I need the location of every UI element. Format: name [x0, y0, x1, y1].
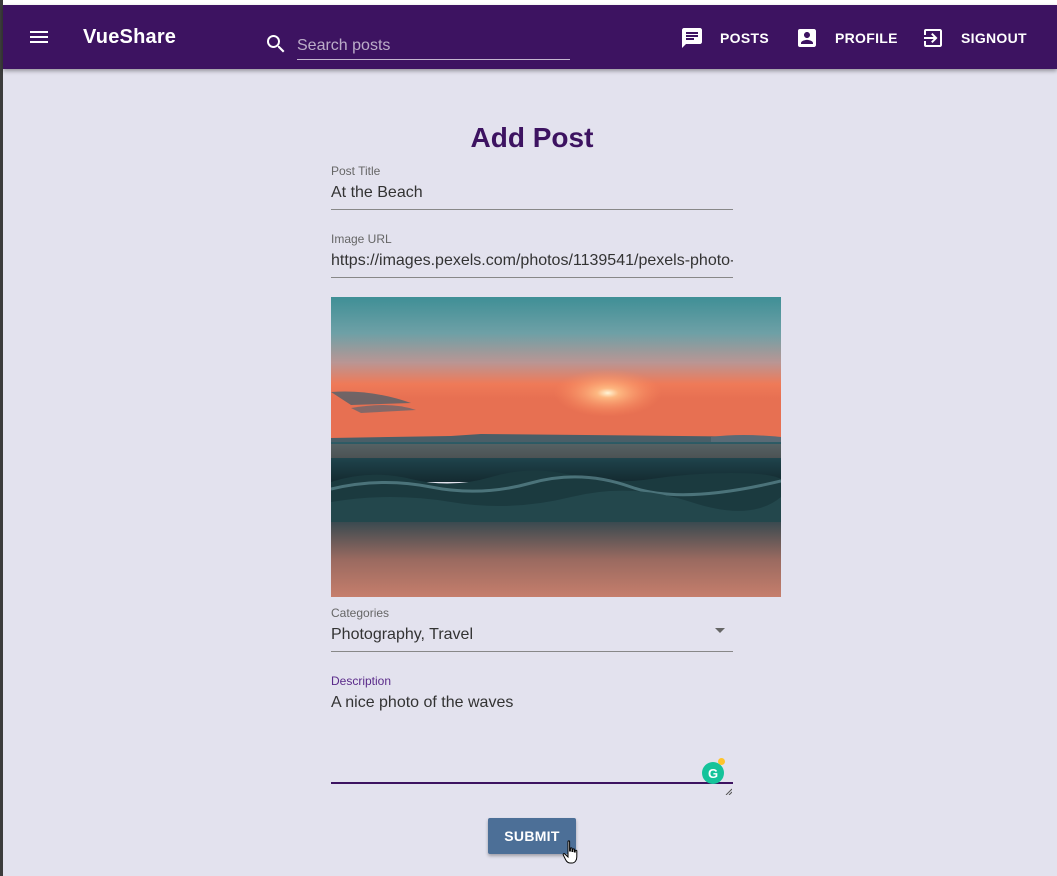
grammarly-icon[interactable]: G — [702, 762, 724, 784]
nav-signout-label: SIGNOUT — [961, 30, 1027, 46]
search-icon — [264, 32, 288, 56]
app-toolbar: VueShare POSTS PROFILE SIGNOUT — [3, 5, 1057, 69]
image-url-underline — [331, 277, 733, 278]
window-left-edge — [0, 0, 3, 876]
grammarly-status-dot — [718, 758, 725, 765]
description-label: Description — [331, 674, 392, 688]
categories-value[interactable]: Photography, Travel — [331, 624, 733, 646]
description-underline — [331, 782, 733, 784]
image-preview — [330, 297, 782, 597]
exit-icon — [921, 26, 945, 50]
nav-posts-button[interactable]: POSTS — [680, 25, 769, 51]
dropdown-arrow-icon[interactable] — [715, 628, 725, 633]
categories-select[interactable]: Categories Photography, Travel — [331, 606, 733, 652]
image-url-field[interactable]: Image URL https://images.pexels.com/phot… — [331, 232, 733, 278]
post-title-label: Post Title — [331, 164, 381, 178]
nav-profile-button[interactable]: PROFILE — [795, 25, 898, 51]
menu-icon[interactable] — [27, 25, 51, 49]
app-brand[interactable]: VueShare — [83, 26, 176, 49]
post-title-input[interactable]: At the Beach — [331, 182, 733, 204]
nav-signout-button[interactable]: SIGNOUT — [921, 25, 1027, 51]
image-url-label: Image URL — [331, 232, 392, 246]
resize-handle-icon[interactable] — [724, 782, 733, 796]
nav-posts-label: POSTS — [720, 30, 769, 46]
image-url-input[interactable]: https://images.pexels.com/photos/1139541… — [331, 250, 733, 272]
post-title-underline — [331, 209, 733, 210]
description-field[interactable]: Description A nice photo of the waves — [331, 674, 733, 784]
categories-underline — [331, 651, 733, 652]
search-input[interactable] — [297, 32, 570, 60]
nav-profile-label: PROFILE — [835, 30, 898, 46]
submit-button[interactable]: SUBMIT — [488, 818, 576, 854]
account-box-icon — [795, 26, 819, 50]
categories-label: Categories — [331, 606, 390, 620]
chat-icon — [680, 26, 704, 50]
description-textarea[interactable]: A nice photo of the waves — [331, 692, 733, 782]
post-title-field[interactable]: Post Title At the Beach — [331, 164, 733, 210]
page-title: Add Post — [470, 122, 594, 153]
